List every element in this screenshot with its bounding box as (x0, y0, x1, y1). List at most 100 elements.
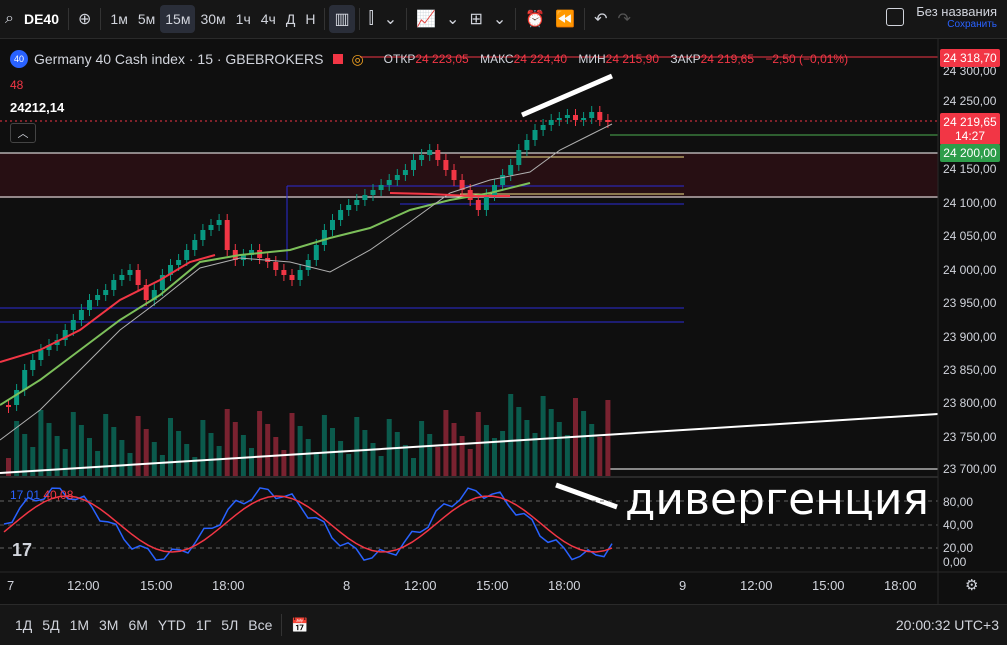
candle-body (289, 275, 295, 280)
price-chart[interactable] (0, 0, 1007, 644)
volume-bar (370, 443, 376, 476)
volume-bar (581, 411, 587, 476)
candles-group (6, 106, 611, 413)
price-axis-label: 23 900,00 (943, 330, 997, 344)
settings-dot-icon[interactable]: ◎ (351, 51, 363, 68)
candle-body (556, 118, 562, 120)
candle-body (338, 210, 344, 220)
time-axis-label: 15:00 (140, 578, 173, 593)
volume-bar (451, 423, 457, 476)
range-3m[interactable]: 3М (94, 617, 123, 633)
candle-body (354, 200, 360, 205)
change-value: −2,50 (−0,01%) (765, 52, 849, 66)
range-6m[interactable]: 6М (123, 617, 152, 633)
range-1m[interactable]: 1М (65, 617, 94, 633)
volume-bar (556, 422, 562, 476)
volume-bar (159, 455, 165, 476)
volume-bar (500, 431, 506, 476)
candle-body (224, 220, 230, 250)
stoch-legend: 17,01 40,08 (10, 488, 73, 502)
indicator-value-2: 24212,14 (10, 100, 65, 115)
symbol-logo: 40 (10, 50, 28, 68)
price-axis-label: 24 100,00 (943, 196, 997, 210)
volume-bar (143, 429, 149, 476)
candle-body (394, 175, 400, 180)
price-axis-label: 24 250,00 (943, 94, 997, 108)
candle-body (273, 262, 279, 270)
candle-body (216, 220, 222, 225)
candle-body (346, 205, 352, 210)
high-price-tag: 24 318,70 (940, 49, 1000, 67)
volume-bar (483, 425, 489, 476)
range-5d[interactable]: 5Д (37, 617, 64, 633)
volume-bar (232, 422, 238, 476)
high-label: МАКС (480, 52, 514, 66)
open-label: ОТКР (383, 52, 416, 66)
volume-bar (540, 396, 546, 476)
candle-body (87, 300, 92, 310)
volume-bar (508, 394, 514, 476)
volume-bar (516, 407, 522, 476)
candle-body (208, 225, 214, 230)
volume-bar (297, 426, 303, 476)
volume-bar (265, 424, 271, 476)
ohlc-values: ОТКР24 223,05 МАКС24 224,40 МИН24 215,90… (384, 52, 856, 66)
stoch-axis-label: 0,00 (943, 555, 967, 569)
symbol-name[interactable]: Germany 40 Cash index · 15 · GBEBROKERS (34, 51, 323, 67)
calendar-icon[interactable]: 📅 (286, 617, 313, 634)
range-ytd[interactable]: YTD (153, 617, 191, 633)
price-axis-label: 24 050,00 (943, 229, 997, 243)
volume-bar (281, 450, 287, 476)
time-axis-label: 8 (343, 578, 351, 593)
divergence-annotation: дивергенция (625, 474, 929, 525)
volume-bars (6, 394, 611, 476)
range-all[interactable]: Все (243, 617, 277, 633)
volume-bar (362, 430, 368, 476)
volume-bar (257, 411, 263, 476)
settings-gear-icon[interactable]: ⚙ (965, 576, 978, 594)
volume-bar (589, 424, 595, 476)
time-axis-label: 18:00 (884, 578, 917, 593)
time-axis-label: 18:00 (548, 578, 581, 593)
candle-body (192, 240, 198, 250)
price-axis-label: 23 800,00 (943, 396, 997, 410)
candle-body (330, 220, 335, 230)
level-price-tag: 24 200,00 (940, 144, 1000, 162)
candle-body (475, 200, 481, 210)
range-1d[interactable]: 1Д (10, 617, 37, 633)
range-1y[interactable]: 1Г (191, 617, 216, 633)
tradingview-logo[interactable]: 17 (12, 540, 32, 561)
volume-bar (208, 433, 214, 476)
volume-bar (548, 409, 554, 476)
volume-bar (564, 435, 570, 476)
collapse-legend-button[interactable]: ︿ (10, 123, 36, 143)
volume-bar (346, 454, 352, 476)
open-value: 24 223,05 (415, 52, 469, 66)
volume-bar (176, 431, 182, 476)
bottom-toolbar: 1Д 5Д 1М 3М 6М YTD 1Г 5Л Все 📅 20:00:32 … (0, 604, 1007, 645)
candle-body (135, 270, 141, 285)
volume-bar (313, 452, 319, 476)
time-axis-label: 18:00 (212, 578, 245, 593)
candle-body (119, 275, 125, 280)
price-axis-label: 23 700,00 (943, 462, 997, 476)
volume-bar (216, 446, 222, 476)
candle-body (378, 185, 384, 190)
volume-bar (151, 442, 157, 476)
price-axis-label: 23 750,00 (943, 430, 997, 444)
volume-bar (168, 418, 173, 476)
volume-bar (467, 449, 473, 476)
candle-body (95, 295, 101, 300)
candle-body (176, 260, 182, 265)
stoch-axis-label: 80,00 (943, 495, 974, 509)
volume-bar (22, 434, 28, 476)
high-value: 24 224,40 (513, 52, 567, 66)
candle-body (573, 115, 578, 120)
candle-body (22, 370, 28, 390)
stoch-k-line (3, 487, 613, 561)
price-axis-label: 23 850,00 (943, 363, 997, 377)
clock: 20:00:32 UTC+3 (895, 617, 999, 633)
range-5y[interactable]: 5Л (216, 617, 243, 633)
time-axis-label: 12:00 (404, 578, 437, 593)
candle-body (30, 360, 36, 370)
